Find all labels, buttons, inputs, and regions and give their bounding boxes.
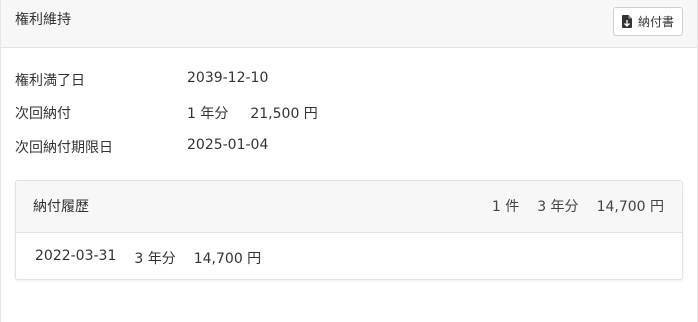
payment-history-title: 納付履歴 <box>33 199 89 215</box>
history-row: 2022-03-31 3 年分 14,700 円 <box>35 248 261 268</box>
next-payment-deadline-row: 次回納付期限日 2025-01-04 <box>15 137 268 157</box>
history-row-amount: 14,700 円 <box>193 251 262 267</box>
payment-history-panel: 納付履歴 1 件 3 年分 14,700 円 2022-03-31 3 年分 1… <box>15 180 683 280</box>
next-payment-deadline-label: 次回納付期限日 <box>15 140 113 156</box>
payment-history-header[interactable]: 納付履歴 1 件 3 年分 14,700 円 <box>16 181 682 233</box>
next-payment-deadline-value: 2025-01-04 <box>187 137 269 153</box>
rights-maintenance-card: 権利維持 納付書 権利満了日 2039-12-10 次回納付 1 年分 21,5… <box>0 0 698 322</box>
next-payment-label: 次回納付 <box>15 106 71 122</box>
file-icon <box>621 15 632 28</box>
next-payment-amount: 21,500 円 <box>250 106 318 122</box>
history-total-years: 3 年分 <box>537 199 579 215</box>
next-payment-years: 1 年分 <box>187 106 229 122</box>
expiry-date-value: 2039-12-10 <box>187 70 269 86</box>
card-title: 権利維持 <box>15 12 71 28</box>
history-row-years: 3 年分 <box>134 251 176 267</box>
payment-slip-button[interactable]: 納付書 <box>612 7 683 36</box>
history-count: 1 件 <box>491 199 520 215</box>
history-row-date: 2022-03-31 <box>35 248 117 264</box>
card-header: 権利維持 納付書 <box>1 0 697 48</box>
expiry-date-label: 権利満了日 <box>15 73 85 89</box>
next-payment-row: 次回納付 1 年分 21,500 円 <box>15 103 318 123</box>
history-total-amount: 14,700 円 <box>596 199 664 215</box>
expiry-date-row: 権利満了日 2039-12-10 <box>15 70 268 90</box>
payment-history-summary: 1 件 3 年分 14,700 円 <box>492 196 664 216</box>
payment-slip-label: 納付書 <box>637 15 674 29</box>
